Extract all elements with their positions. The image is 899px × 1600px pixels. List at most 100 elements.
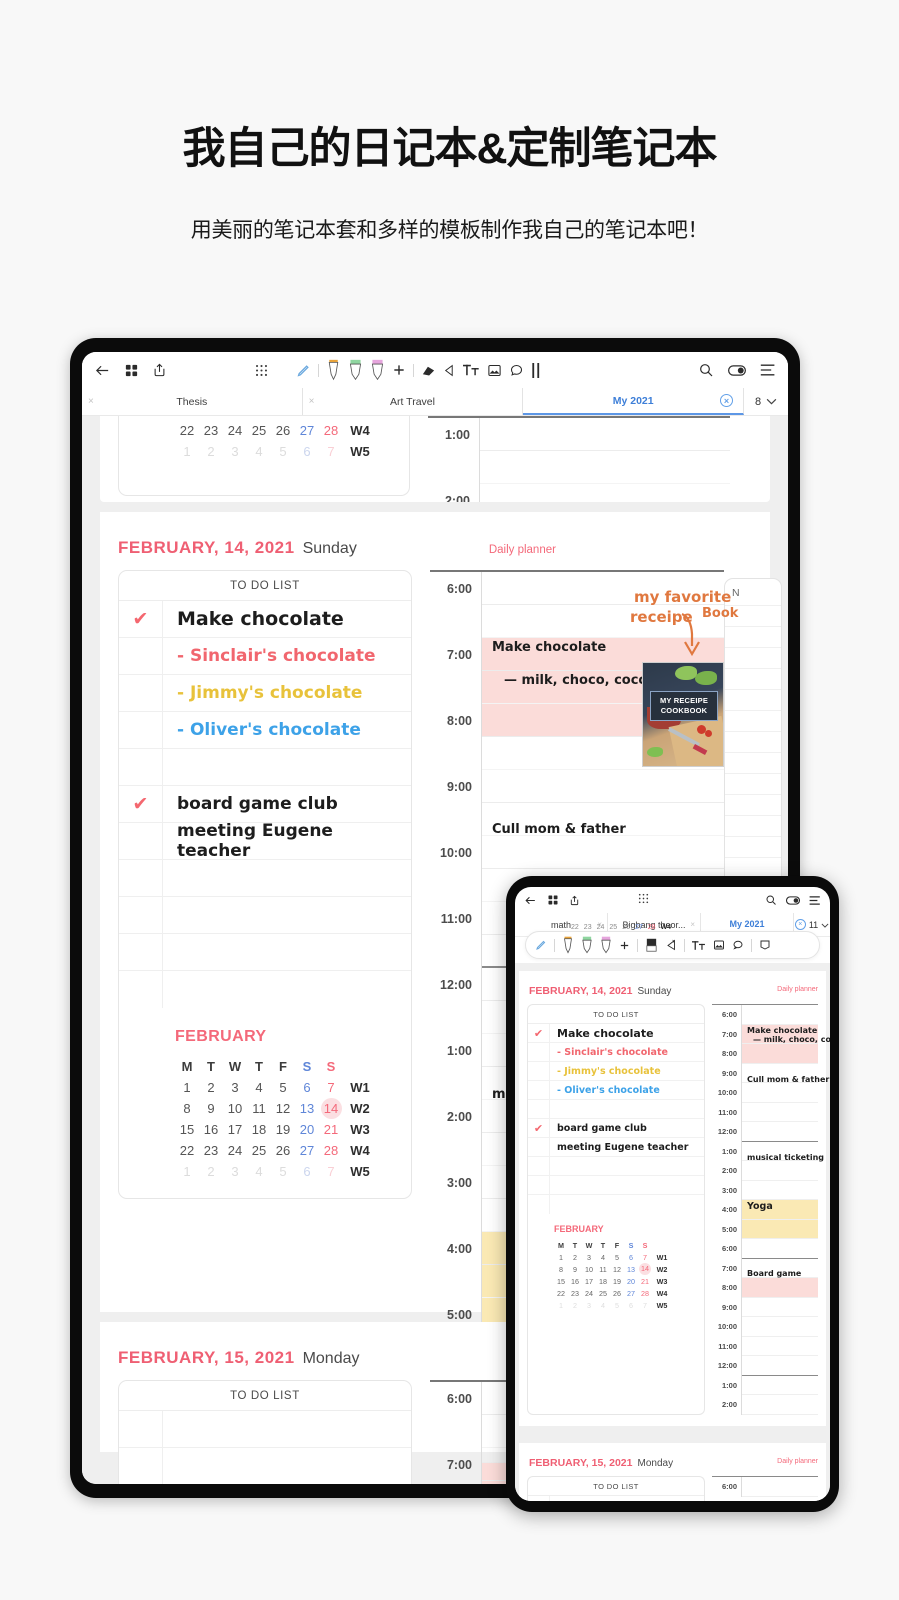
list-item[interactable] <box>119 934 411 971</box>
tab-my-2021[interactable]: My 2021 × <box>523 388 745 415</box>
today-cell[interactable]: 14 <box>638 1263 652 1275</box>
insert-image-icon[interactable] <box>713 939 725 951</box>
pen-icon[interactable] <box>535 939 547 951</box>
list-item[interactable]: meeting Eugene teacher <box>528 1138 704 1157</box>
chevron-down-icon[interactable] <box>766 396 777 408</box>
marker-green-icon[interactable] <box>581 936 593 954</box>
list-item[interactable]: ✔ board game club <box>528 1119 704 1138</box>
list-item[interactable]: - Jimmy's chocolate <box>119 675 411 712</box>
shape-tool-icon[interactable] <box>759 939 771 951</box>
checkmark-icon[interactable]: ✔ <box>528 1119 550 1137</box>
list-item[interactable]: ✔ board game club <box>119 786 411 823</box>
marker-green-icon[interactable] <box>348 359 363 381</box>
marker-orange-icon[interactable] <box>326 359 341 381</box>
phone-page-scroll[interactable]: FEBRUARY, 14, 2021 Sunday Daily planner … <box>515 963 830 1501</box>
hour-label: 10:00 <box>430 836 482 869</box>
list-item[interactable]: - Sinclair's chocolate <box>528 1043 704 1062</box>
search-icon[interactable] <box>698 362 714 378</box>
lasso-select-icon[interactable] <box>443 363 456 378</box>
list-item[interactable]: - Sinclair's chocolate <box>119 638 411 675</box>
list-item[interactable] <box>528 1157 704 1176</box>
menu-list-icon[interactable] <box>809 895 821 906</box>
grid-view-icon[interactable] <box>547 894 559 906</box>
recipe-cookbook-photo[interactable]: MY RECEIPE COOKBOOK <box>642 662 724 767</box>
arrow-left-icon[interactable] <box>524 894 537 907</box>
weekday-value: Monday <box>302 1350 360 1367</box>
text-tool-icon[interactable] <box>463 363 480 377</box>
menu-list-icon[interactable] <box>760 363 776 377</box>
checkmark-icon[interactable]: ✔ <box>119 601 163 637</box>
comment-bubble-icon[interactable] <box>509 363 524 378</box>
app-drawer-icon[interactable] <box>255 364 268 377</box>
list-item[interactable]: - Oliver's chocolate <box>528 1081 704 1100</box>
list-item[interactable]: - Jimmy's chocolate <box>528 1062 704 1081</box>
text-tool-icon[interactable] <box>692 940 706 951</box>
toggle-switch-icon[interactable] <box>728 364 746 376</box>
list-item[interactable] <box>119 897 411 934</box>
todo-card-header: TO DO LIST <box>528 1005 704 1024</box>
list-item[interactable] <box>528 1100 704 1119</box>
todo-card: TO DO LIST <box>118 1380 412 1484</box>
pen-icon[interactable] <box>296 363 311 378</box>
tab-count-dropdown[interactable]: 8 <box>744 388 788 415</box>
search-icon[interactable] <box>765 894 777 906</box>
eraser-icon[interactable] <box>645 938 658 952</box>
tab-label: Thesis <box>176 395 208 408</box>
list-item[interactable]: ✔ Make chocolate <box>119 601 411 638</box>
list-item[interactable]: ✔ Make chocolate <box>528 1024 704 1043</box>
checkbox-empty[interactable] <box>119 638 163 674</box>
checkmark-icon[interactable]: ✔ <box>528 1024 550 1042</box>
page-divider <box>515 1426 830 1435</box>
arrow-left-icon[interactable] <box>94 362 111 379</box>
marker-pink-icon[interactable] <box>370 359 385 381</box>
hour-label: 7:00 <box>430 638 482 671</box>
date-value: FEBRUARY, 15, 2021 <box>118 1348 295 1367</box>
share-export-icon[interactable] <box>569 894 580 907</box>
grid-view-icon[interactable] <box>124 363 139 378</box>
marker-orange-icon[interactable] <box>562 936 574 954</box>
comment-bubble-icon[interactable] <box>732 939 744 951</box>
toggle-switch-icon[interactable] <box>786 895 800 905</box>
calendar-dow-row: MT WT FS S <box>558 1240 648 1250</box>
list-item[interactable] <box>528 1176 704 1195</box>
list-item[interactable] <box>119 860 411 897</box>
page-subtitle: 用美丽的笔记本套和多样的模板制作我自己的笔记本吧！ <box>190 219 709 242</box>
checkbox-empty[interactable] <box>119 675 163 711</box>
checkmark-icon[interactable]: ✔ <box>119 786 163 822</box>
calendar-week-row: 12 34 56 7 W5 <box>183 1164 370 1179</box>
checkbox-empty[interactable] <box>119 749 163 785</box>
marker-pink-icon[interactable] <box>600 936 612 954</box>
close-circle-icon[interactable]: × <box>720 394 734 407</box>
memo-card-header: N <box>732 587 740 599</box>
hour-label: 6:00 <box>712 1005 742 1025</box>
tab-label: My 2021 <box>612 394 654 407</box>
tab-thesis[interactable]: × Thesis <box>82 388 303 415</box>
lasso-select-icon[interactable] <box>665 938 677 952</box>
close-icon[interactable]: × <box>309 396 315 407</box>
list-item[interactable]: - Oliver's chocolate <box>119 712 411 749</box>
hour-label: 2:00 <box>430 1100 482 1133</box>
list-item[interactable] <box>119 749 411 786</box>
insert-image-icon[interactable] <box>487 363 502 378</box>
checkbox-empty[interactable] <box>119 823 163 859</box>
pause-split-icon[interactable] <box>531 362 542 378</box>
todo-text <box>163 860 411 896</box>
app-drawer-icon[interactable] <box>638 893 649 904</box>
calendar-week-row: 22 23 24 25 26 27 28 W4 <box>557 1288 668 1298</box>
close-icon[interactable]: × <box>88 396 94 407</box>
plus-add-tool-icon[interactable] <box>392 363 406 377</box>
phone-planner-grid: 6:00 7:00 Make chocolate 8:00 — milk, choc… <box>712 1004 830 1415</box>
todo-text: Make chocolate <box>177 608 344 630</box>
list-item[interactable] <box>528 1195 704 1214</box>
checkbox-empty[interactable] <box>119 712 163 748</box>
plus-add-tool-icon[interactable] <box>619 940 630 951</box>
tab-art-travel[interactable]: × Art Travel <box>303 388 524 415</box>
hour-label: 10:00 <box>712 1083 742 1103</box>
share-export-icon[interactable] <box>152 362 167 378</box>
calendar-month: FEBRUARY <box>554 1224 604 1234</box>
list-item[interactable]: meeting Eugene teacher <box>119 821 411 861</box>
list-item[interactable] <box>119 971 411 1008</box>
today-cell[interactable]: 14 <box>319 1098 343 1119</box>
phone-day-page-feb-14: FEBRUARY, 14, 2021 Sunday Daily planner … <box>519 971 830 1426</box>
eraser-icon[interactable] <box>421 363 436 378</box>
